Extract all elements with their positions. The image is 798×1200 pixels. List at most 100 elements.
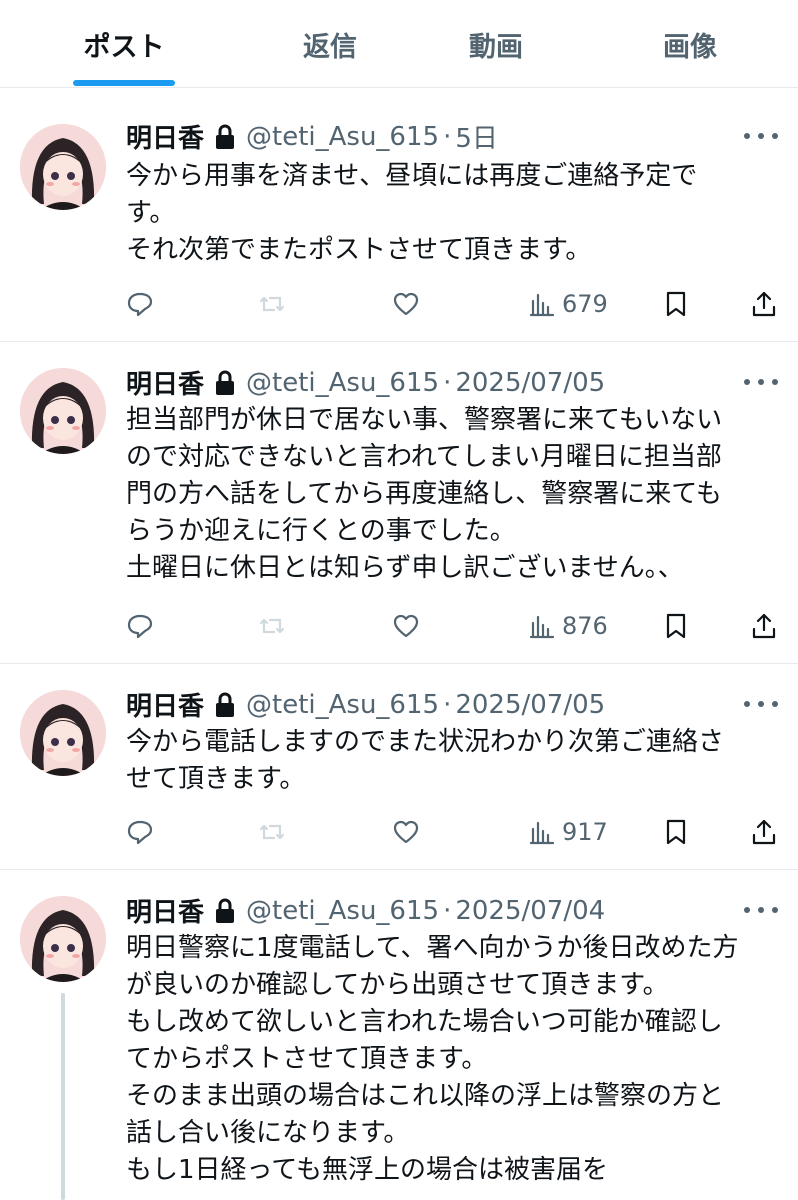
post-date[interactable]: 5日 (455, 118, 498, 155)
more-icon[interactable] (744, 900, 778, 920)
views-icon (529, 821, 555, 845)
bookmark-icon (666, 613, 686, 639)
post-line: 門の方へ話をしてから再度連絡し、警察署に来ても (126, 479, 722, 509)
bookmark-icon (666, 291, 686, 317)
separator-dot: · (443, 895, 452, 926)
repost-icon (259, 296, 285, 312)
views-count: 679 (562, 290, 608, 318)
reply-button[interactable] (126, 606, 154, 646)
more-icon[interactable] (744, 372, 778, 392)
post-line: す。 (126, 198, 176, 228)
share-icon (752, 819, 776, 845)
handle[interactable]: @teti_Asu_615 (246, 368, 439, 398)
display-name[interactable]: 明日香 (126, 686, 204, 723)
post-line: てからポストさせて頂きます。 (126, 1044, 488, 1074)
post-line: 明日警察に1度電話して、署へ向かうか後日改めた方 (126, 933, 739, 963)
post-actions: 876 (126, 606, 786, 646)
bookmark-button[interactable] (662, 284, 690, 324)
post-line: せて頂きます。 (126, 764, 306, 794)
bookmark-button[interactable] (662, 812, 690, 852)
repost-icon (259, 618, 285, 634)
post-header: 明日香 @teti_Asu_615 · 2025/07/05 (126, 686, 605, 723)
more-icon[interactable] (744, 694, 778, 714)
handle[interactable]: @teti_Asu_615 (246, 690, 439, 720)
repost-icon (259, 824, 285, 840)
handle[interactable]: @teti_Asu_615 (246, 122, 439, 152)
share-button[interactable] (750, 284, 778, 324)
reply-button[interactable] (126, 284, 154, 324)
lock-icon (214, 124, 236, 150)
display-name[interactable]: 明日香 (126, 892, 204, 929)
share-button[interactable] (750, 812, 778, 852)
like-icon (393, 292, 419, 316)
tab-images[interactable]: 画像 (610, 0, 770, 88)
tab-videos[interactable]: 動画 (416, 0, 576, 88)
like-button[interactable] (392, 284, 420, 324)
post-line: それ次第でまたポストさせて頂きます。 (126, 235, 592, 265)
lock-icon (214, 370, 236, 396)
post-text: 担当部門が休日で居ない事、警察署に来てもいない ので対応できないと言われてしまい… (126, 402, 781, 587)
post[interactable]: 明日香 @teti_Asu_615 · 2025/07/04 明日警察に1度電話… (0, 870, 798, 1200)
post-line: 今から用事を済ませ、昼頃には再度ご連絡予定で (126, 161, 698, 191)
display-name[interactable]: 明日香 (126, 364, 204, 401)
bookmark-button[interactable] (662, 606, 690, 646)
repost-button[interactable] (258, 812, 286, 852)
reply-icon (127, 292, 153, 317)
display-name[interactable]: 明日香 (126, 118, 204, 155)
share-icon (752, 291, 776, 317)
post[interactable]: 明日香 @teti_Asu_615 · 5日 今から用事を済ませ、昼頃には再度ご… (0, 88, 798, 342)
views-button[interactable]: 679 (528, 284, 608, 324)
post-line: 担当部門が休日で居ない事、警察署に来てもいない (126, 405, 723, 435)
views-button[interactable]: 876 (528, 606, 608, 646)
bookmark-icon (666, 819, 686, 845)
separator-dot: · (443, 121, 452, 152)
post-text: 今から電話しますのでまた状況わかり次第ご連絡さ せて頂きます。 (126, 724, 781, 798)
post-line: 今から電話しますのでまた状況わかり次第ご連絡さ (126, 727, 725, 757)
reply-icon (127, 614, 153, 639)
post[interactable]: 明日香 @teti_Asu_615 · 2025/07/05 担当部門が休日で居… (0, 342, 798, 664)
post-line: ので対応できないと言われてしまい月曜日に担当部 (126, 442, 722, 472)
like-button[interactable] (392, 812, 420, 852)
post[interactable]: 明日香 @teti_Asu_615 · 2025/07/05 今から電話しますの… (0, 664, 798, 870)
repost-button[interactable] (258, 606, 286, 646)
active-tab-indicator (73, 80, 175, 86)
tab-posts[interactable]: ポスト (44, 0, 204, 88)
post-text: 今から用事を済ませ、昼頃には再度ご連絡予定で す。 それ次第でまたポストさせて頂… (126, 158, 781, 269)
views-button[interactable]: 917 (528, 812, 608, 852)
like-icon (393, 614, 419, 638)
like-button[interactable] (392, 606, 420, 646)
post-date[interactable]: 2025/07/05 (455, 690, 605, 720)
views-icon (529, 615, 555, 639)
separator-dot: · (443, 367, 452, 398)
reply-button[interactable] (126, 812, 154, 852)
lock-icon (214, 898, 236, 924)
separator-dot: · (443, 689, 452, 720)
views-count: 876 (562, 612, 608, 640)
more-icon[interactable] (744, 126, 778, 146)
thread-connector-line (61, 993, 65, 1200)
handle[interactable]: @teti_Asu_615 (246, 896, 439, 926)
post-line: もし改めて欲しいと言われた場合いつ可能か確認し (126, 1007, 723, 1037)
post-line: 話し合い後になります。 (126, 1118, 410, 1148)
post-header: 明日香 @teti_Asu_615 · 5日 (126, 118, 498, 155)
post-line: もし1日経っても無浮上の場合は被害届を (126, 1155, 608, 1185)
share-button[interactable] (750, 606, 778, 646)
post-header: 明日香 @teti_Asu_615 · 2025/07/05 (126, 364, 605, 401)
post-actions: 679 (126, 284, 786, 324)
post-line: らうか迎えに行くとの事でした。 (126, 516, 516, 546)
tab-replies[interactable]: 返信 (250, 0, 410, 88)
post-date[interactable]: 2025/07/04 (455, 896, 605, 926)
avatar[interactable] (20, 690, 106, 776)
views-count: 917 (562, 818, 608, 846)
repost-button[interactable] (258, 284, 286, 324)
avatar[interactable] (20, 124, 106, 210)
views-icon (529, 293, 555, 317)
post-text: 明日警察に1度電話して、署へ向かうか後日改めた方 が良いのか確認してから出頭させ… (126, 930, 781, 1189)
avatar[interactable] (20, 896, 106, 982)
reply-icon (127, 820, 153, 845)
post-line: そのまま出頭の場合はこれ以降の浮上は警察の方と (126, 1081, 725, 1111)
like-icon (393, 820, 419, 844)
post-line: 土曜日に休日とは知らず申し訳ございません。、 (126, 553, 684, 583)
avatar[interactable] (20, 368, 106, 454)
post-date[interactable]: 2025/07/05 (455, 368, 605, 398)
